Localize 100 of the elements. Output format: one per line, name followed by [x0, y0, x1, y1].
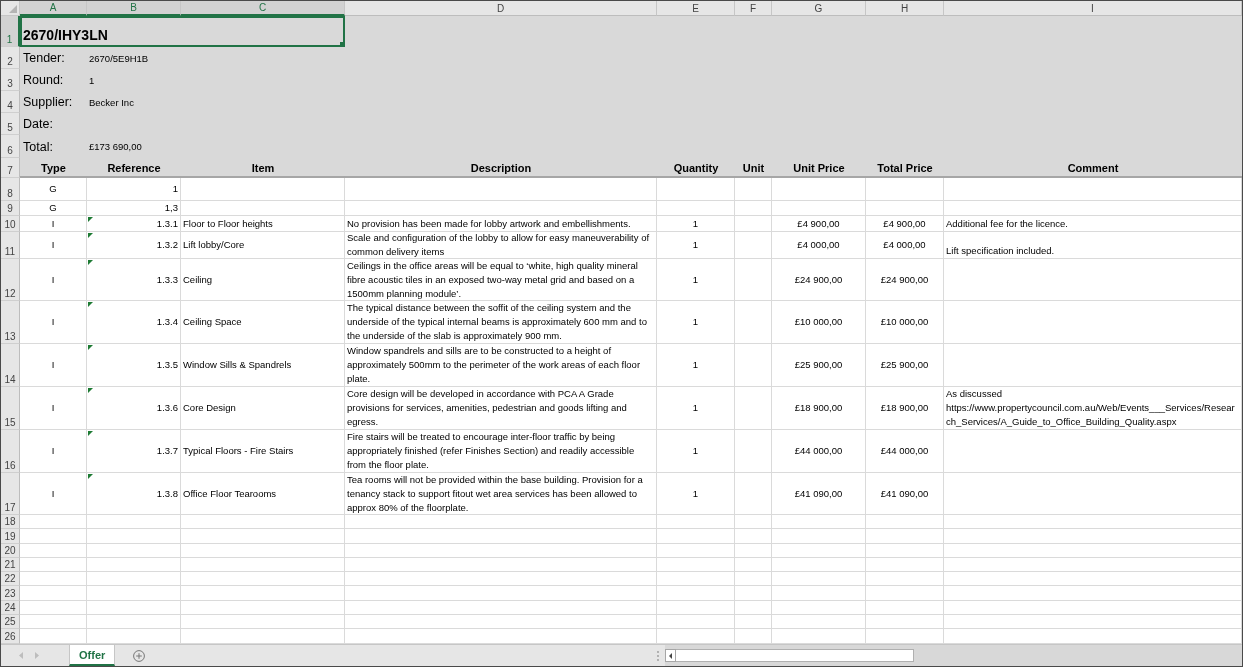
table-cell-text: £4 000,00	[796, 238, 841, 252]
table-cell-text: £10 000,00	[879, 315, 930, 329]
row-header[interactable]: 23	[1, 586, 20, 601]
table-cell-text: 1.3.3	[155, 272, 179, 287]
column-header[interactable]: I	[944, 1, 1242, 16]
table-cell-text: Tea rooms will not be provided within the base building. Provision for a tenancy stack to support fitout wet area services has been allowed to approx 80% of the floorplate.	[346, 473, 644, 515]
table-cell-text: Typical Floors - Fire Stairs	[182, 444, 295, 458]
table-cell-text: £25 900,00	[793, 358, 844, 372]
table-cell-text: £4 000,00	[882, 238, 927, 252]
row-header[interactable]: 6	[1, 135, 20, 158]
table-cell-text: Window spandrels and sills are to be constructed to a height of approximately 500mm to the perimeter of the work areas of each floor plate.	[346, 344, 642, 386]
column-header[interactable]: C	[181, 1, 345, 16]
row-header[interactable]: 4	[1, 91, 20, 113]
column-heading: Quantity	[672, 161, 720, 176]
column-heading: Description	[469, 161, 533, 176]
row-header[interactable]: 17	[1, 473, 20, 515]
field-label: Round:	[22, 72, 65, 89]
row-header[interactable]: 8	[1, 178, 20, 201]
column-header[interactable]: E	[657, 1, 735, 16]
table-cell-text: 1.3.4	[155, 315, 179, 329]
table-cell-text: Floor to Floor heights	[182, 216, 274, 231]
table-cell-text: 1.3.5	[155, 358, 179, 372]
field-label: Date:	[22, 116, 54, 133]
row-header[interactable]: 19	[1, 529, 20, 544]
row-header[interactable]: 13	[1, 301, 20, 344]
table-cell-text: 1.3.6	[155, 401, 179, 415]
table-cell-text: 1.3.1	[155, 216, 179, 231]
scrollbar-thumb[interactable]	[676, 649, 914, 662]
table-cell-text: 1.3.2	[155, 238, 179, 252]
table-cell-text: £10 000,00	[793, 315, 844, 329]
column-heading: Comment	[1066, 161, 1120, 176]
row-header[interactable]: 11	[1, 232, 20, 259]
row-header[interactable]: 3	[1, 69, 20, 91]
select-all-button[interactable]	[1, 1, 20, 16]
table-cell-text: £44 000,00	[879, 444, 930, 458]
field-value: £173 690,00	[88, 140, 142, 154]
field-value: Becker Inc	[88, 95, 134, 110]
sheet-tab[interactable]: Offer	[69, 645, 116, 666]
row-header[interactable]: 9	[1, 201, 20, 216]
table-cell-text: Scale and configuration of the lobby to allow for easy maneuverability of common delivery items	[346, 232, 651, 259]
row-header[interactable]: 14	[1, 344, 20, 387]
table-cell-text: Core Design	[182, 401, 237, 415]
table-cell-text: I	[50, 216, 56, 231]
table-cell-text: I	[50, 358, 56, 372]
table-cell-text: Lift lobby/Core	[182, 238, 246, 252]
plus-circle-icon	[133, 649, 146, 662]
table-cell-text: Ceilings in the office areas will be equal to ‘white, high quality mineral fibre acoustic tiles in an exposed two-way metal grid and based on a 1500mm planning module’.	[346, 259, 639, 301]
column-header[interactable]: A	[20, 1, 87, 16]
column-header[interactable]: B	[87, 1, 181, 16]
row-header[interactable]: 1	[1, 16, 20, 47]
table-cell-text: I	[50, 315, 56, 329]
row-header[interactable]: 16	[1, 430, 20, 473]
row-header[interactable]: 15	[1, 387, 20, 430]
table-cell-text: 1	[691, 486, 700, 501]
column-heading: Unit Price	[792, 161, 846, 176]
column-header[interactable]: D	[345, 1, 657, 16]
table-cell-text: G	[48, 182, 58, 196]
triangle-icon	[9, 5, 17, 13]
field-value: 1	[88, 73, 95, 88]
table-cell-text: 1	[691, 401, 700, 415]
row-header[interactable]: 10	[1, 216, 20, 232]
left-arrow-icon	[669, 652, 672, 659]
table-cell-text: £18 900,00	[879, 401, 930, 415]
table-cell-text: Additional fee for the licence.	[945, 217, 1069, 231]
field-label: Total:	[22, 138, 54, 156]
table-cell-text: 1	[691, 216, 700, 231]
table-cell-text: £41 090,00	[793, 486, 844, 501]
row-header[interactable]: 12	[1, 259, 20, 301]
row-header[interactable]: 2	[1, 47, 20, 69]
table-cell-text: The typical distance between the soffit of the ceiling system and the underside of the typical internal beams is approximately 600 mm and to the underside of the slab is approximately 900 mm.	[346, 301, 648, 343]
scroll-left-button[interactable]	[665, 649, 676, 662]
column-header[interactable]: F	[735, 1, 772, 16]
column-header[interactable]: H	[866, 1, 944, 16]
column-heading: Unit	[741, 161, 766, 176]
table-cell-text: £4 900,00	[796, 216, 841, 231]
row-header[interactable]: 18	[1, 515, 20, 530]
row-header[interactable]: 25	[1, 615, 20, 630]
table-cell-text: I	[50, 272, 56, 287]
table-cell-text: I	[50, 401, 56, 415]
table-cell-text: 1	[691, 238, 700, 252]
table-cell-text: Window Sills & Spandrels	[182, 358, 293, 372]
fill-handle[interactable]	[340, 42, 345, 47]
table-cell-text: 1	[171, 182, 179, 196]
right-arrow-icon	[35, 652, 39, 659]
field-value: 2670/5E9H1B	[88, 51, 149, 66]
table-cell-text: £24 900,00	[793, 272, 844, 287]
field-label: Supplier:	[22, 94, 74, 111]
title-cell[interactable]: 2670/IHY3LN	[20, 16, 345, 47]
row-header[interactable]: 7	[1, 158, 20, 178]
row-header[interactable]: 5	[1, 113, 20, 135]
row-header[interactable]: 22	[1, 572, 20, 587]
column-header[interactable]: G	[772, 1, 866, 16]
table-cell-text: Ceiling	[182, 272, 214, 287]
row-header[interactable]: 26	[1, 629, 20, 644]
column-heading: Total Price	[876, 161, 934, 176]
table-cell-text: £24 900,00	[879, 272, 930, 287]
table-cell-text: 1	[691, 272, 700, 287]
table-cell-text: No provision has been made for lobby artwork and embellishments.	[346, 216, 632, 231]
table-cell-text: I	[50, 444, 56, 458]
table-cell-text: As discussed https://www.propertycouncil.com.au/Web/Events___Services/Research_Services/A_Guide_to_Office_Building_Quality.aspx	[945, 387, 1236, 429]
